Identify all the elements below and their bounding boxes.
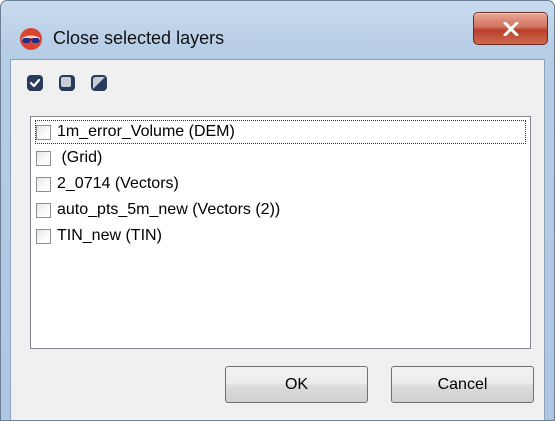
layer-label: 2_0714 (Vectors) bbox=[57, 175, 179, 192]
glasses-icon bbox=[20, 28, 42, 50]
layer-checkbox[interactable] bbox=[36, 124, 51, 140]
dialog-title: Close selected layers bbox=[53, 28, 225, 48]
close-x-icon bbox=[503, 21, 518, 36]
layer-checkbox[interactable] bbox=[36, 202, 51, 218]
layers-list[interactable]: 1m_error_Volume (DEM) (Grid) 2_0714 (Vec… bbox=[30, 116, 531, 349]
dialog-window: Close selected layers 1m_error_Volume (D… bbox=[0, 0, 555, 421]
layer-checkbox[interactable] bbox=[36, 150, 51, 166]
dialog-client-area: 1m_error_Volume (DEM) (Grid) 2_0714 (Vec… bbox=[10, 59, 545, 420]
layer-label: TIN_new (TIN) bbox=[57, 227, 162, 244]
layer-checkbox[interactable] bbox=[36, 228, 51, 244]
cancel-button[interactable]: Cancel bbox=[391, 366, 534, 403]
title-bar[interactable]: Close selected layers bbox=[1, 1, 554, 59]
checkbox-unchecked-icon[interactable] bbox=[58, 74, 76, 92]
close-button[interactable] bbox=[473, 12, 548, 45]
layer-label: 1m_error_Volume (DEM) bbox=[57, 123, 235, 140]
layer-label: (Grid) bbox=[57, 149, 103, 166]
layer-checkbox[interactable] bbox=[36, 176, 51, 192]
layer-label: auto_pts_5m_new (Vectors (2)) bbox=[57, 201, 281, 218]
list-item[interactable]: 1m_error_Volume (DEM) bbox=[35, 120, 526, 144]
ok-button[interactable]: OK bbox=[225, 366, 368, 403]
list-item[interactable]: auto_pts_5m_new (Vectors (2)) bbox=[36, 199, 280, 221]
list-item[interactable]: 2_0714 (Vectors) bbox=[36, 173, 179, 195]
list-item[interactable]: TIN_new (TIN) bbox=[36, 225, 162, 247]
checkbox-invert-icon[interactable] bbox=[90, 74, 108, 92]
checkbox-checked-icon[interactable] bbox=[26, 74, 44, 92]
list-item[interactable]: (Grid) bbox=[36, 147, 102, 169]
